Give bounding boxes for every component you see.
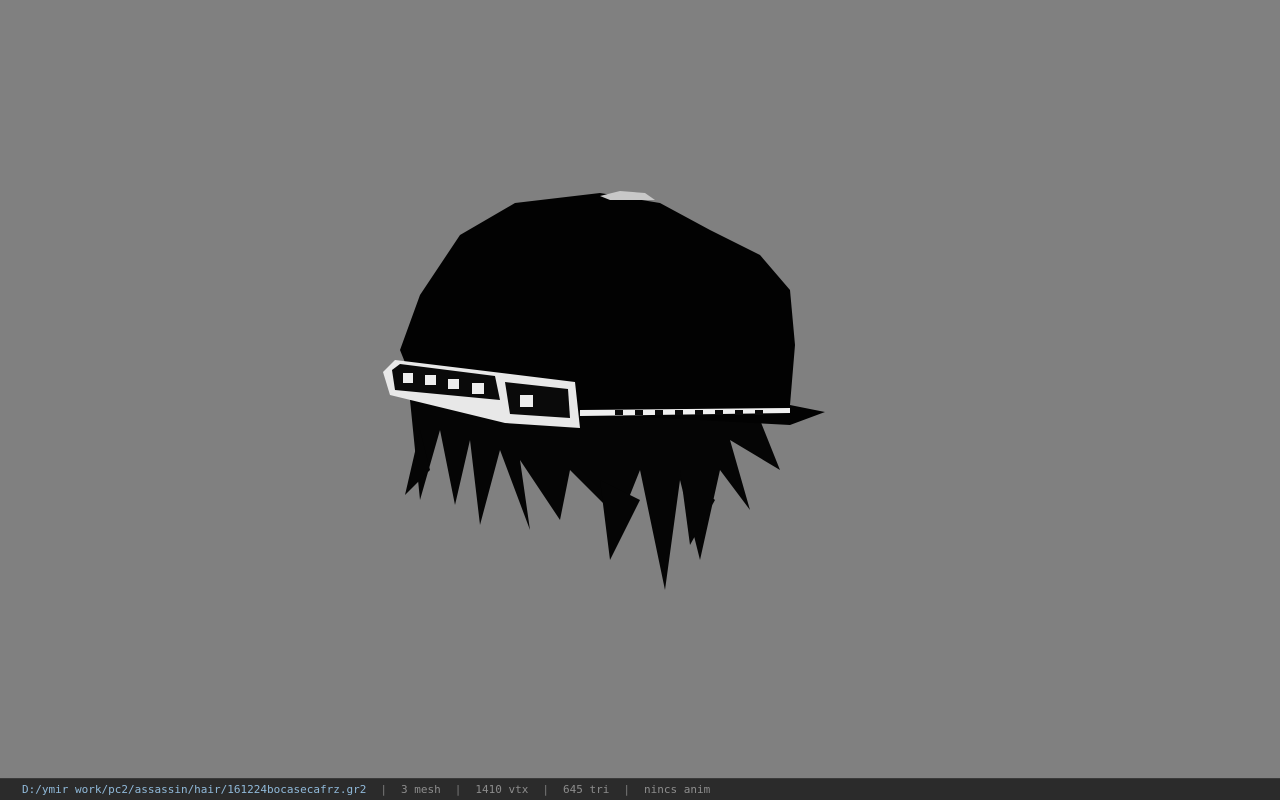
separator: |	[623, 783, 630, 796]
separator: |	[454, 783, 462, 796]
vertex-count: 1410 vtx	[475, 783, 529, 796]
file-path: D:/ymir work/pc2/assassin/hair/161224boc…	[22, 783, 367, 796]
triangle-count: 645 tri	[562, 783, 610, 796]
mesh-count: 3 mesh	[401, 783, 441, 796]
3d-viewport[interactable]	[0, 0, 1280, 778]
separator: |	[542, 783, 549, 796]
cap-mesh	[383, 191, 825, 428]
status-bar: D:/ymir work/pc2/assassin/hair/161224boc…	[0, 778, 1280, 800]
animation-status: nincs anim	[643, 783, 711, 796]
separator: |	[380, 783, 387, 796]
model-render	[383, 191, 825, 590]
